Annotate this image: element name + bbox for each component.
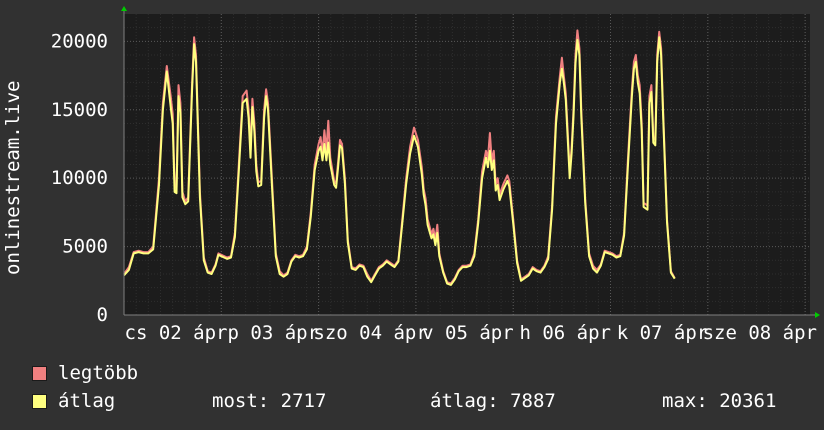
stat-average: átlag: 7887 <box>430 390 556 412</box>
y-tick-label: 20000 <box>51 30 108 52</box>
stat-current: most: 2717 <box>212 390 327 412</box>
x-tick-label: sze 08 ápr <box>703 322 817 344</box>
chart-svg: 05000100001500020000 cs 02 ápr p 03 áprsz… <box>2 6 820 344</box>
x-tick-label: szo 04 ápr <box>313 322 427 344</box>
x-axis-arrow <box>815 312 820 318</box>
x-tick-labels: cs 02 ápr p 03 áprszo 04 áprv 05 ápr h 06 … <box>125 322 817 344</box>
stat-max: max: 20361 <box>662 390 777 412</box>
y-axis-label: onlinestream.live <box>2 81 24 275</box>
y-tick-label: 15000 <box>51 99 108 121</box>
x-tick-label: v 05 ápr <box>422 322 514 344</box>
legend-label-max: legtöbb <box>58 362 139 384</box>
legend-swatch-avg <box>32 394 47 409</box>
x-tick-label: h 06 ápr <box>519 322 611 344</box>
legend-swatch-max <box>32 366 47 381</box>
y-tick-labels: 0 5000 10000 15000 20000 <box>51 30 108 326</box>
legend-label-avg: átlag <box>58 390 116 412</box>
x-tick-label: p 03 ápr <box>228 322 320 344</box>
x-tick-label: k 07 ápr <box>617 322 709 344</box>
x-tick-label: cs 02 ápr <box>125 322 228 344</box>
y-tick-label: 5000 <box>62 236 108 258</box>
y-tick-label: 10000 <box>51 167 108 189</box>
y-tick-label: 0 <box>97 304 108 326</box>
y-axis-arrow <box>121 6 127 11</box>
